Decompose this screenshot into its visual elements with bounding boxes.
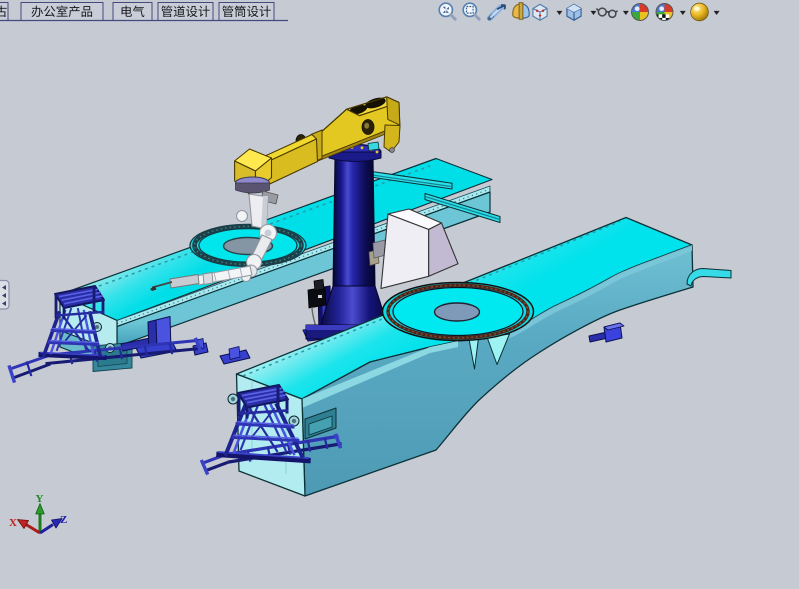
- svg-text:X: X: [9, 517, 17, 529]
- svg-text:Z: Z: [60, 514, 67, 526]
- svg-text:Y: Y: [36, 493, 44, 505]
